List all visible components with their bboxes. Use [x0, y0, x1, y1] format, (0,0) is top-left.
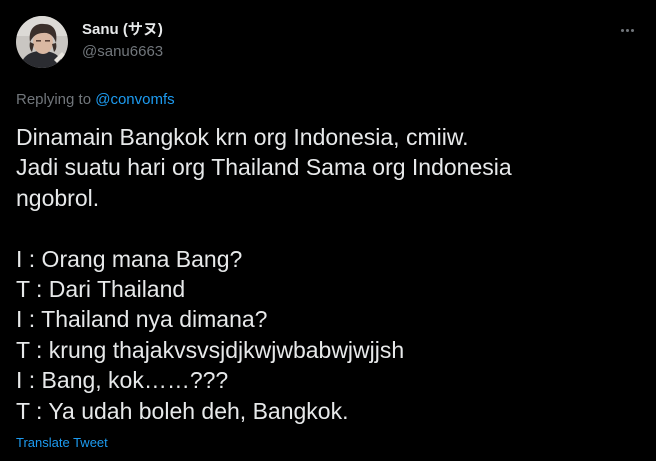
tweet-text-line: I : Thailand nya dimana?: [16, 306, 268, 333]
author-avatar[interactable]: [16, 16, 68, 68]
tweet-text: Dinamain Bangkok krn org Indonesia, cmii…: [16, 122, 646, 426]
reply-mention-link[interactable]: @convomfs: [95, 91, 174, 108]
replying-to-label: Replying to: [16, 91, 96, 108]
avatar-photo-icon: [16, 16, 68, 68]
tweet-text-line: I : Orang mana Bang?: [16, 245, 243, 272]
tweet-text-line: I : Bang, kok……???: [16, 367, 229, 394]
tweet-text-line: Dinamain Bangkok krn org Indonesia, cmii…: [16, 124, 469, 150]
author-handle[interactable]: @sanu6663: [82, 42, 163, 62]
tweet-text-line: T : krung thajakvsvsjdjkwjwbabwjwjjsh: [16, 336, 405, 363]
more-dot: [630, 28, 634, 32]
tweet-text-line: [16, 213, 646, 243]
more-dot: [625, 28, 629, 32]
tweet-text-line: T : Ya udah boleh deh, Bangkok.: [16, 397, 349, 424]
tweet-text-line: ngobrol.: [16, 184, 100, 211]
author-display-name[interactable]: Sanu (サヌ): [82, 20, 163, 40]
more-options-icon[interactable]: [616, 20, 638, 40]
replying-to: Replying to @convomfs: [16, 90, 175, 110]
translate-tweet-link[interactable]: Translate Tweet: [16, 435, 108, 451]
author-info: Sanu (サヌ) @sanu6663: [82, 20, 163, 62]
tweet-text-line: Jadi suatu hari org Thailand Sama org In…: [16, 154, 512, 181]
tweet-text-line: T : Dari Thailand: [16, 275, 186, 302]
more-dot: [620, 28, 624, 32]
tweet-card: Sanu (サヌ) @sanu6663 Replying to @convomf…: [0, 0, 656, 461]
